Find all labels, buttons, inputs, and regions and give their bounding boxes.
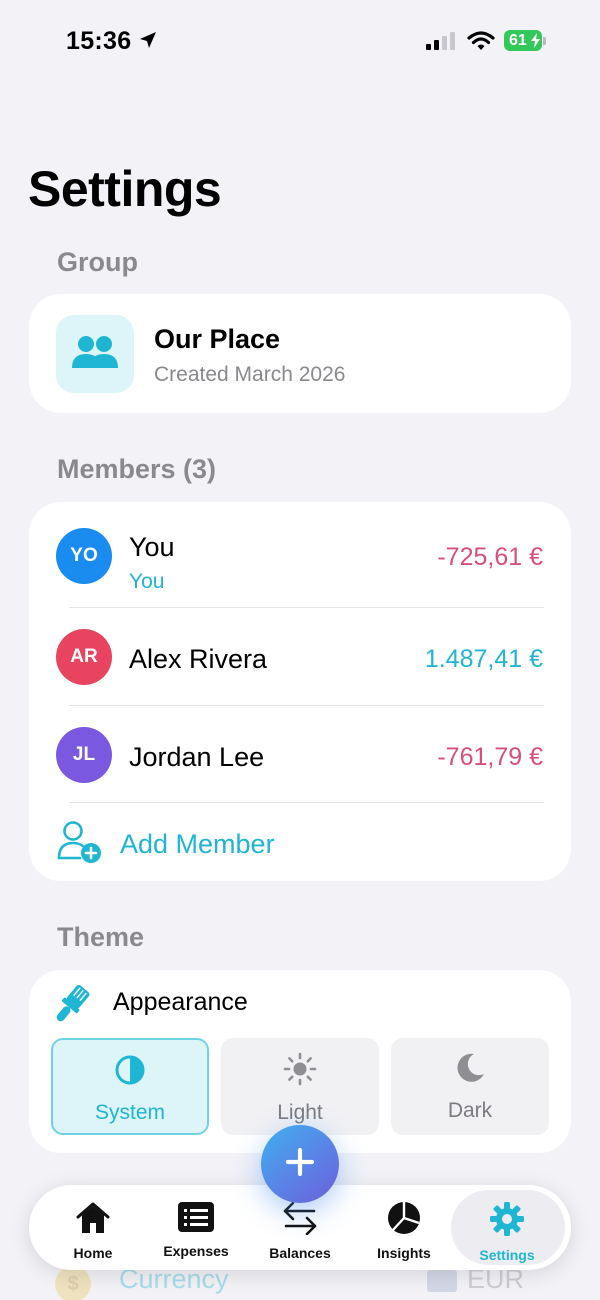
dollar-coin-icon: $	[55, 1266, 91, 1300]
plus-icon	[284, 1146, 316, 1183]
theme-option-label: System	[94, 1101, 165, 1124]
add-person-icon	[56, 820, 102, 869]
group-name: Our Place	[154, 324, 281, 354]
battery-level: 61	[509, 32, 527, 49]
tab-label: Balances	[269, 1245, 331, 1261]
tab-label: Expenses	[163, 1243, 229, 1259]
status-time: 15:36	[66, 27, 132, 55]
member-name: Alex Rivera	[129, 644, 268, 674]
tab-expenses[interactable]: Expenses	[144, 1185, 248, 1270]
section-label-theme: Theme	[57, 922, 145, 952]
list-icon	[177, 1201, 215, 1238]
group-created-date: Created March 2026	[154, 363, 346, 386]
theme-option-label: Light	[277, 1101, 323, 1124]
tab-label: Home	[73, 1245, 113, 1261]
tab-label: Insights	[377, 1245, 431, 1261]
half-circle-icon	[114, 1054, 146, 1091]
wifi-icon	[467, 30, 495, 57]
tab-settings[interactable]: Settings	[455, 1185, 559, 1270]
member-balance: 1.487,41 €	[424, 645, 543, 673]
battery-indicator: 61	[504, 30, 546, 51]
cellular-signal-icon	[425, 32, 457, 57]
member-balance: -761,79 €	[437, 743, 543, 771]
people-icon	[70, 334, 120, 375]
location-arrow-icon	[138, 30, 158, 55]
member-row-alex-rivera[interactable]: AR Alex Rivera 1.487,41 €	[29, 608, 571, 706]
member-row-you[interactable]: YO You You -725,61 €	[29, 510, 571, 608]
avatar: AR	[56, 629, 112, 685]
status-bar: 15:36 61	[0, 0, 600, 84]
theme-option-dark[interactable]: Dark	[391, 1038, 549, 1135]
divider	[69, 802, 544, 803]
add-member-label: Add Member	[120, 829, 275, 859]
add-expense-button[interactable]	[261, 1125, 339, 1203]
page-title: Settings	[28, 161, 222, 217]
add-member-button[interactable]: Add Member	[56, 820, 275, 869]
moon-icon	[454, 1052, 486, 1089]
paintbrush-icon	[51, 984, 91, 1031]
group-icon-box	[56, 315, 134, 393]
sun-icon	[283, 1052, 317, 1091]
section-label-members: Members (3)	[57, 454, 217, 484]
flag-icon	[427, 1270, 457, 1292]
appearance-title: Appearance	[113, 988, 248, 1016]
gear-icon	[489, 1201, 525, 1242]
theme-option-light[interactable]: Light	[221, 1038, 379, 1135]
avatar: JL	[56, 727, 112, 783]
theme-option-label: Dark	[447, 1099, 493, 1122]
charging-bolt-icon	[531, 33, 540, 53]
tab-insights[interactable]: Insights	[352, 1185, 456, 1270]
member-self-tag: You	[129, 570, 165, 593]
arrows-icon	[282, 1201, 318, 1240]
member-row-jordan-lee[interactable]: JL Jordan Lee -761,79 €	[29, 706, 571, 804]
member-name: You	[129, 532, 175, 562]
tab-label: Settings	[479, 1247, 535, 1263]
avatar: YO	[56, 528, 112, 584]
pie-chart-icon	[387, 1201, 421, 1240]
section-label-group: Group	[57, 247, 138, 277]
tab-home[interactable]: Home	[41, 1185, 145, 1270]
house-icon	[75, 1201, 111, 1240]
member-name: Jordan Lee	[129, 742, 265, 772]
member-balance: -725,61 €	[437, 543, 543, 571]
theme-option-system[interactable]: System	[51, 1038, 209, 1135]
members-card: YO You You -725,61 € AR Alex Rivera 1.48…	[29, 502, 571, 881]
group-card[interactable]: Our Place Created March 2026	[29, 294, 571, 413]
